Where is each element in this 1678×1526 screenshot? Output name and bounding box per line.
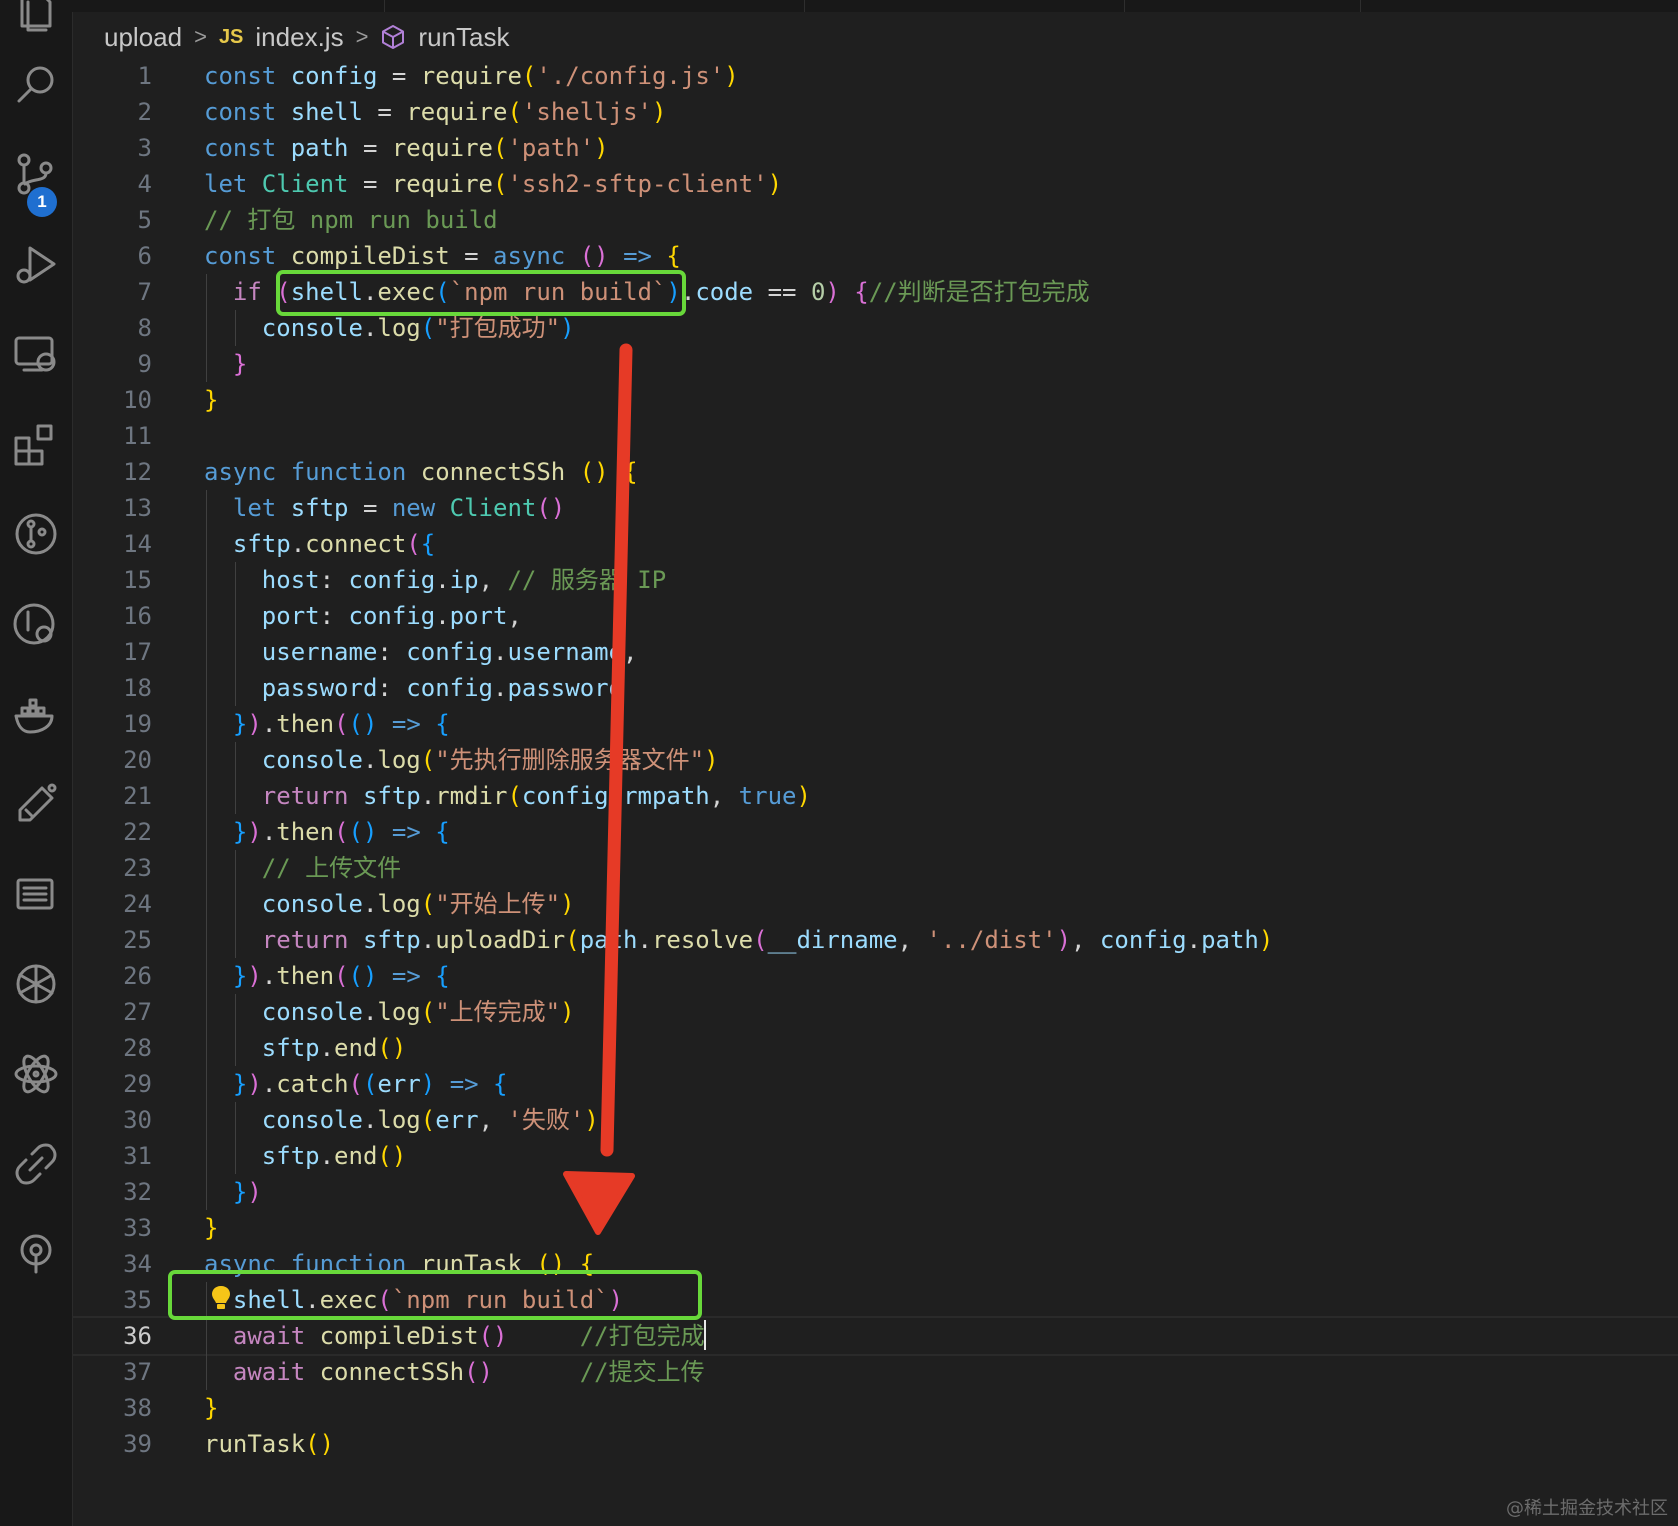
lightbulb-icon[interactable] [210,1284,232,1312]
red-arrow-annotation [563,343,635,1235]
text-cursor [704,1320,706,1350]
watermark: @稀土掘金技术社区 [1506,1498,1668,1519]
